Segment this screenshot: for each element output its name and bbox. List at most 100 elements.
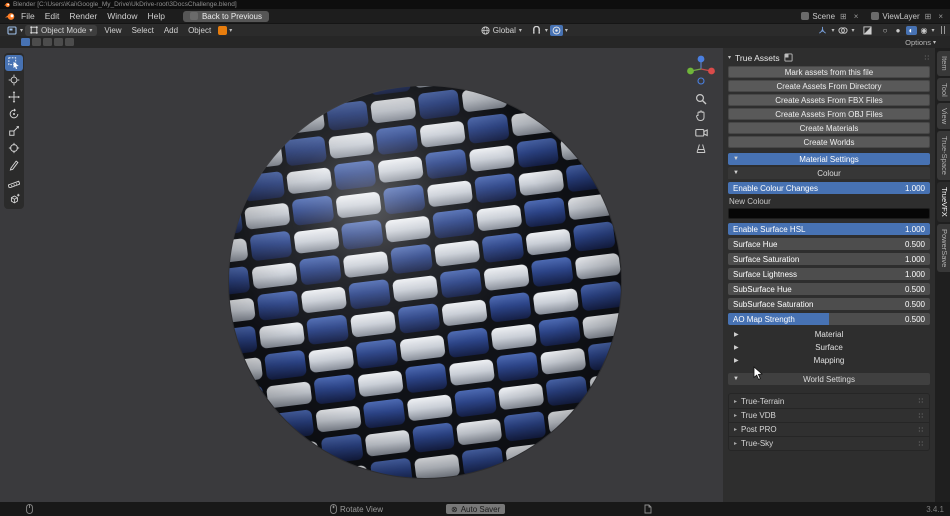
menu-file[interactable]: File	[16, 11, 40, 21]
button-create-worlds[interactable]: Create Worlds	[728, 136, 930, 148]
blender-app-icon[interactable]	[5, 12, 15, 21]
scene-selector[interactable]: Scene ⊞ ×	[801, 12, 860, 21]
mode-selector[interactable]: Object Mode ▾	[25, 25, 97, 36]
slider-enable-surface-hsl[interactable]: Enable Surface HSL1.000	[728, 223, 930, 235]
shading-solid-icon[interactable]: ●	[893, 26, 904, 35]
addon-panels-group: ▸True-Terrain∷▸True VDB∷▸Post PRO∷▸True-…	[728, 393, 930, 451]
panel-true-vdb[interactable]: ▸True VDB∷	[729, 408, 929, 422]
transform-orientation[interactable]: Global ▾	[481, 26, 522, 35]
surface-sliders-group: Enable Surface HSL1.000 Surface Hue0.500 S…	[728, 223, 930, 325]
zoom-icon[interactable]	[695, 93, 707, 105]
tool-scale[interactable]	[5, 123, 23, 139]
shading-material-icon[interactable]: ◐	[906, 26, 917, 35]
slider-value: 0.500	[905, 300, 925, 309]
panel-post-pro[interactable]: ▸Post PRO∷	[729, 422, 929, 436]
remove-view-layer-button[interactable]: ×	[936, 12, 945, 21]
viewport-header: ▾ Object Mode ▾ ViewSelectAddObject ▾ Gl…	[0, 23, 950, 36]
viewport-menu-select[interactable]: Select	[127, 26, 159, 35]
tool-cursor[interactable]	[5, 72, 23, 88]
tool-add-cube[interactable]	[5, 191, 23, 207]
tool-transform[interactable]	[5, 140, 23, 156]
blender-window: Blender [C:\Users\Kai\Google_My_Drive\Uk…	[0, 0, 950, 516]
material-settings-header[interactable]: ▼ Material Settings	[728, 153, 930, 165]
slider-label: Enable Colour Changes	[733, 184, 901, 193]
woven-sphere-object[interactable]	[228, 85, 622, 479]
tab-tool[interactable]: Tool	[937, 78, 950, 102]
panel-true-sky[interactable]: ▸True-Sky∷	[729, 436, 929, 450]
menu-help[interactable]: Help	[142, 11, 169, 21]
slider-enable-colour-changes[interactable]: Enable Colour Changes1.000	[728, 182, 930, 194]
tab-truevfx[interactable]: TrueVFX	[937, 182, 950, 222]
button-create-assets-from-directory[interactable]: Create Assets From Directory	[728, 80, 930, 92]
tool-select-box[interactable]	[5, 55, 23, 71]
new-colour-swatch[interactable]	[728, 208, 930, 219]
select-mode-extend-icon[interactable]	[32, 38, 41, 46]
panel-true-terrain[interactable]: ▸True-Terrain∷	[729, 394, 929, 408]
select-mode-intersect-icon[interactable]	[65, 38, 74, 46]
active-tool-icon[interactable]	[218, 26, 227, 35]
tab-view[interactable]: View	[937, 103, 950, 129]
slider-subsurface-hue[interactable]: SubSurface Hue0.500	[728, 283, 930, 295]
button-create-assets-from-fbx-files[interactable]: Create Assets From FBX Files	[728, 94, 930, 106]
mode-label: Object Mode	[41, 26, 86, 35]
active-tool-caret-icon: ▾	[229, 27, 232, 34]
collapse-caret-icon: ▸	[734, 426, 737, 433]
axis-gizmo-icon[interactable]	[686, 54, 716, 88]
proportional-edit-icon[interactable]	[550, 25, 563, 36]
subpanel-surface[interactable]: ▶Surface	[728, 341, 930, 354]
menu-edit[interactable]: Edit	[40, 11, 65, 21]
select-mode-set-icon[interactable]	[21, 38, 30, 46]
slider-surface-saturation[interactable]: Surface Saturation1.000	[728, 253, 930, 265]
menu-render[interactable]: Render	[64, 11, 102, 21]
menu-window[interactable]: Window	[102, 11, 142, 21]
button-create-materials[interactable]: Create Materials	[728, 122, 930, 134]
slider-surface-hue[interactable]: Surface Hue0.500	[728, 238, 930, 250]
tab-powersave[interactable]: PowerSave	[937, 224, 950, 272]
viewport-menu-view[interactable]: View	[99, 26, 126, 35]
collapse-caret-icon: ▸	[734, 440, 737, 447]
status-hint-label: Rotate View	[340, 505, 383, 514]
tool-measure[interactable]	[5, 174, 23, 190]
xray-toggle-icon[interactable]	[861, 25, 874, 36]
editor-type-button[interactable]	[5, 25, 18, 36]
slider-label: Surface Saturation	[733, 255, 901, 264]
collapse-caret-icon: ▶	[734, 344, 739, 351]
delete-scene-button[interactable]: ×	[852, 12, 861, 21]
shading-rendered-icon[interactable]: ◉	[919, 26, 930, 35]
viewport-menu-object[interactable]: Object	[183, 26, 216, 35]
auto-saver-badge[interactable]: ⊗ Auto Saver	[446, 504, 505, 514]
new-scene-button[interactable]: ⊞	[838, 12, 849, 21]
show-gizmo-icon[interactable]	[816, 25, 829, 36]
subpanel-material[interactable]: ▶Material	[728, 328, 930, 341]
slider-subsurface-saturation[interactable]: SubSurface Saturation0.500	[728, 298, 930, 310]
button-create-assets-from-obj-files[interactable]: Create Assets From OBJ Files	[728, 108, 930, 120]
tool-rotate[interactable]	[5, 106, 23, 122]
slider-ao-map-strength[interactable]: AO Map Strength0.500	[728, 313, 930, 325]
viewport-menu-add[interactable]: Add	[159, 26, 183, 35]
select-mode-invert-icon[interactable]	[54, 38, 63, 46]
button-mark-assets-from-this-file[interactable]: Mark assets from this file	[728, 66, 930, 78]
select-mode-subtract-icon[interactable]	[43, 38, 52, 46]
true-assets-header[interactable]: ▾ True Assets ∷	[728, 51, 930, 64]
tool-move[interactable]	[5, 89, 23, 105]
colour-subpanel-header[interactable]: ▼ Colour	[728, 167, 930, 179]
tab-item[interactable]: Item	[937, 51, 950, 76]
pan-hand-icon[interactable]	[695, 110, 707, 122]
overlays-caret-icon: ▾	[851, 27, 854, 34]
tool-annotate[interactable]	[5, 157, 23, 173]
header-pause-icon[interactable]	[941, 26, 946, 34]
camera-view-icon[interactable]	[695, 127, 708, 138]
back-to-previous-button[interactable]: Back to Previous	[183, 11, 269, 22]
slider-surface-lightness[interactable]: Surface Lightness1.000	[728, 268, 930, 280]
mouse-cursor	[753, 366, 763, 380]
shading-wireframe-icon[interactable]: ○	[880, 26, 891, 35]
options-label[interactable]: Options	[905, 38, 931, 47]
colour-enable-group: Enable Colour Changes1.000	[728, 182, 930, 194]
new-view-layer-button[interactable]: ⊞	[923, 12, 934, 21]
tab-true-space[interactable]: True-Space	[937, 131, 950, 180]
snap-magnet-icon[interactable]	[530, 25, 543, 36]
viewport-3d[interactable]: ▾ True Assets ∷ Mark assets from this fi…	[0, 48, 950, 502]
perspective-toggle-icon[interactable]	[695, 143, 707, 154]
view-layer-selector[interactable]: ViewLayer ⊞ ×	[871, 12, 945, 21]
overlays-icon[interactable]	[836, 25, 849, 36]
